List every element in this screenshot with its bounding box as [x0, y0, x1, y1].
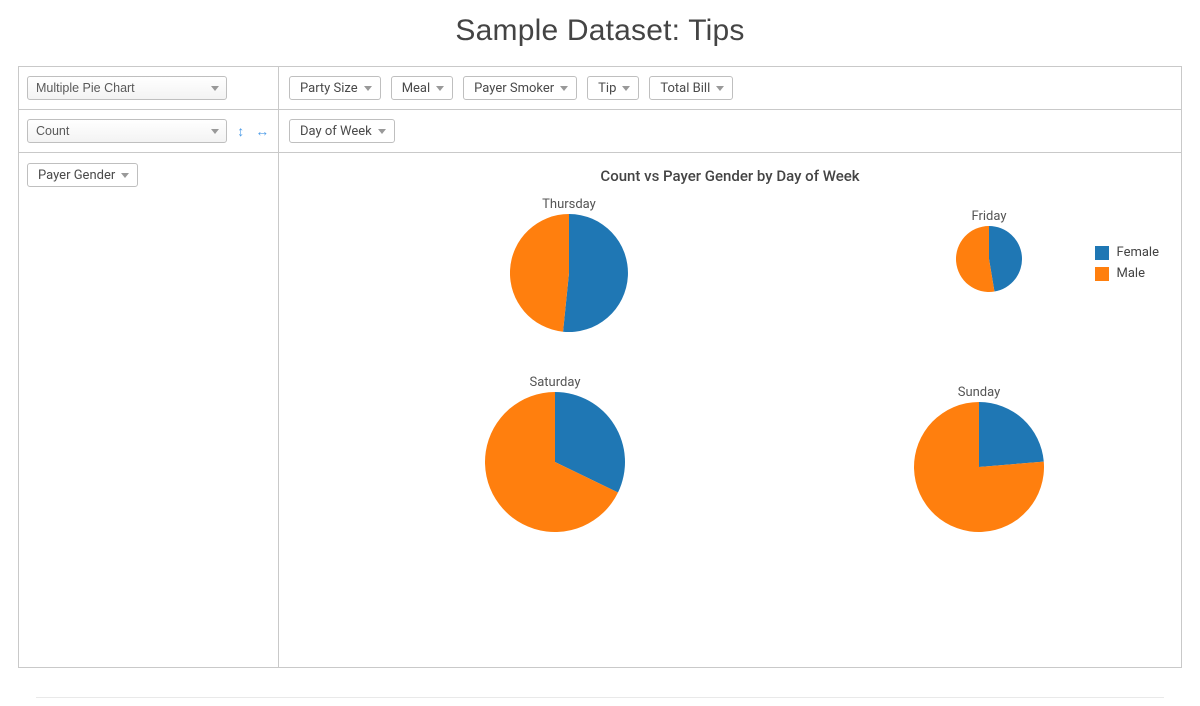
unused-fields-shelf[interactable]: Party Size Meal Payer Smoker Tip Total B…	[279, 67, 1181, 109]
pie-saturday	[485, 392, 625, 532]
field-pill-party-size[interactable]: Party Size	[289, 76, 381, 100]
pie-thursday	[510, 214, 628, 332]
columns-shelf[interactable]: Day of Week	[279, 110, 1181, 152]
aggregator-cell: Count ↕ ↔	[19, 110, 279, 152]
sort-horizontal-icon[interactable]: ↔	[255, 123, 271, 139]
pivot-top-row: Multiple Pie Chart Party Size Meal Payer…	[19, 67, 1181, 110]
pie-slice-male[interactable]	[956, 226, 994, 292]
renderer-select[interactable]: Multiple Pie Chart	[27, 76, 227, 100]
field-pill-day-of-week[interactable]: Day of Week	[289, 119, 395, 143]
caret-down-icon	[378, 129, 386, 134]
caret-down-icon	[121, 173, 129, 178]
pie-slice-male[interactable]	[510, 214, 569, 332]
chart-title: Count vs Payer Gender by Day of Week	[279, 153, 1181, 189]
field-pill-tip[interactable]: Tip	[587, 76, 639, 100]
chart-cell-friday: Friday	[869, 209, 1109, 292]
pie-label: Thursday	[449, 197, 689, 212]
caret-down-icon	[560, 86, 568, 91]
pivot-mid-row: Count ↕ ↔ Day of Week	[19, 110, 1181, 153]
pie-slice-female[interactable]	[989, 226, 1022, 292]
pivot-body-row: Payer Gender Count vs Payer Gender by Da…	[19, 153, 1181, 667]
caret-down-icon	[436, 86, 444, 91]
pie-slice-female[interactable]	[979, 402, 1044, 467]
rows-shelf[interactable]: Payer Gender	[19, 153, 279, 667]
pie-label: Friday	[869, 209, 1109, 224]
renderer-cell: Multiple Pie Chart	[19, 67, 279, 109]
pie-label: Saturday	[435, 375, 675, 390]
chart-cell-sunday: Sunday	[859, 385, 1099, 532]
aggregator-select[interactable]: Count	[27, 119, 227, 143]
pie-slice-female[interactable]	[563, 214, 628, 332]
pie-friday	[956, 226, 1022, 292]
caret-down-icon	[622, 86, 630, 91]
chart-cell-saturday: Saturday	[435, 375, 675, 532]
page-title: Sample Dataset: Tips	[0, 0, 1200, 66]
pie-sunday	[914, 402, 1044, 532]
chart-area: Count vs Payer Gender by Day of Week Fem…	[279, 153, 1181, 667]
field-pill-payer-smoker[interactable]: Payer Smoker	[463, 76, 577, 100]
footer-rule	[36, 697, 1164, 698]
field-pill-total-bill[interactable]: Total Bill	[649, 76, 733, 100]
chart-cell-thursday: Thursday	[449, 197, 689, 332]
field-pill-meal[interactable]: Meal	[391, 76, 453, 100]
pie-label: Sunday	[859, 385, 1099, 400]
field-pill-payer-gender[interactable]: Payer Gender	[27, 163, 138, 187]
pivot-container: Multiple Pie Chart Party Size Meal Payer…	[18, 66, 1182, 668]
sort-vertical-icon[interactable]: ↕	[233, 123, 249, 139]
caret-down-icon	[716, 86, 724, 91]
chart-grid: Thursday Friday Saturday Sunday	[279, 189, 1181, 629]
caret-down-icon	[364, 86, 372, 91]
